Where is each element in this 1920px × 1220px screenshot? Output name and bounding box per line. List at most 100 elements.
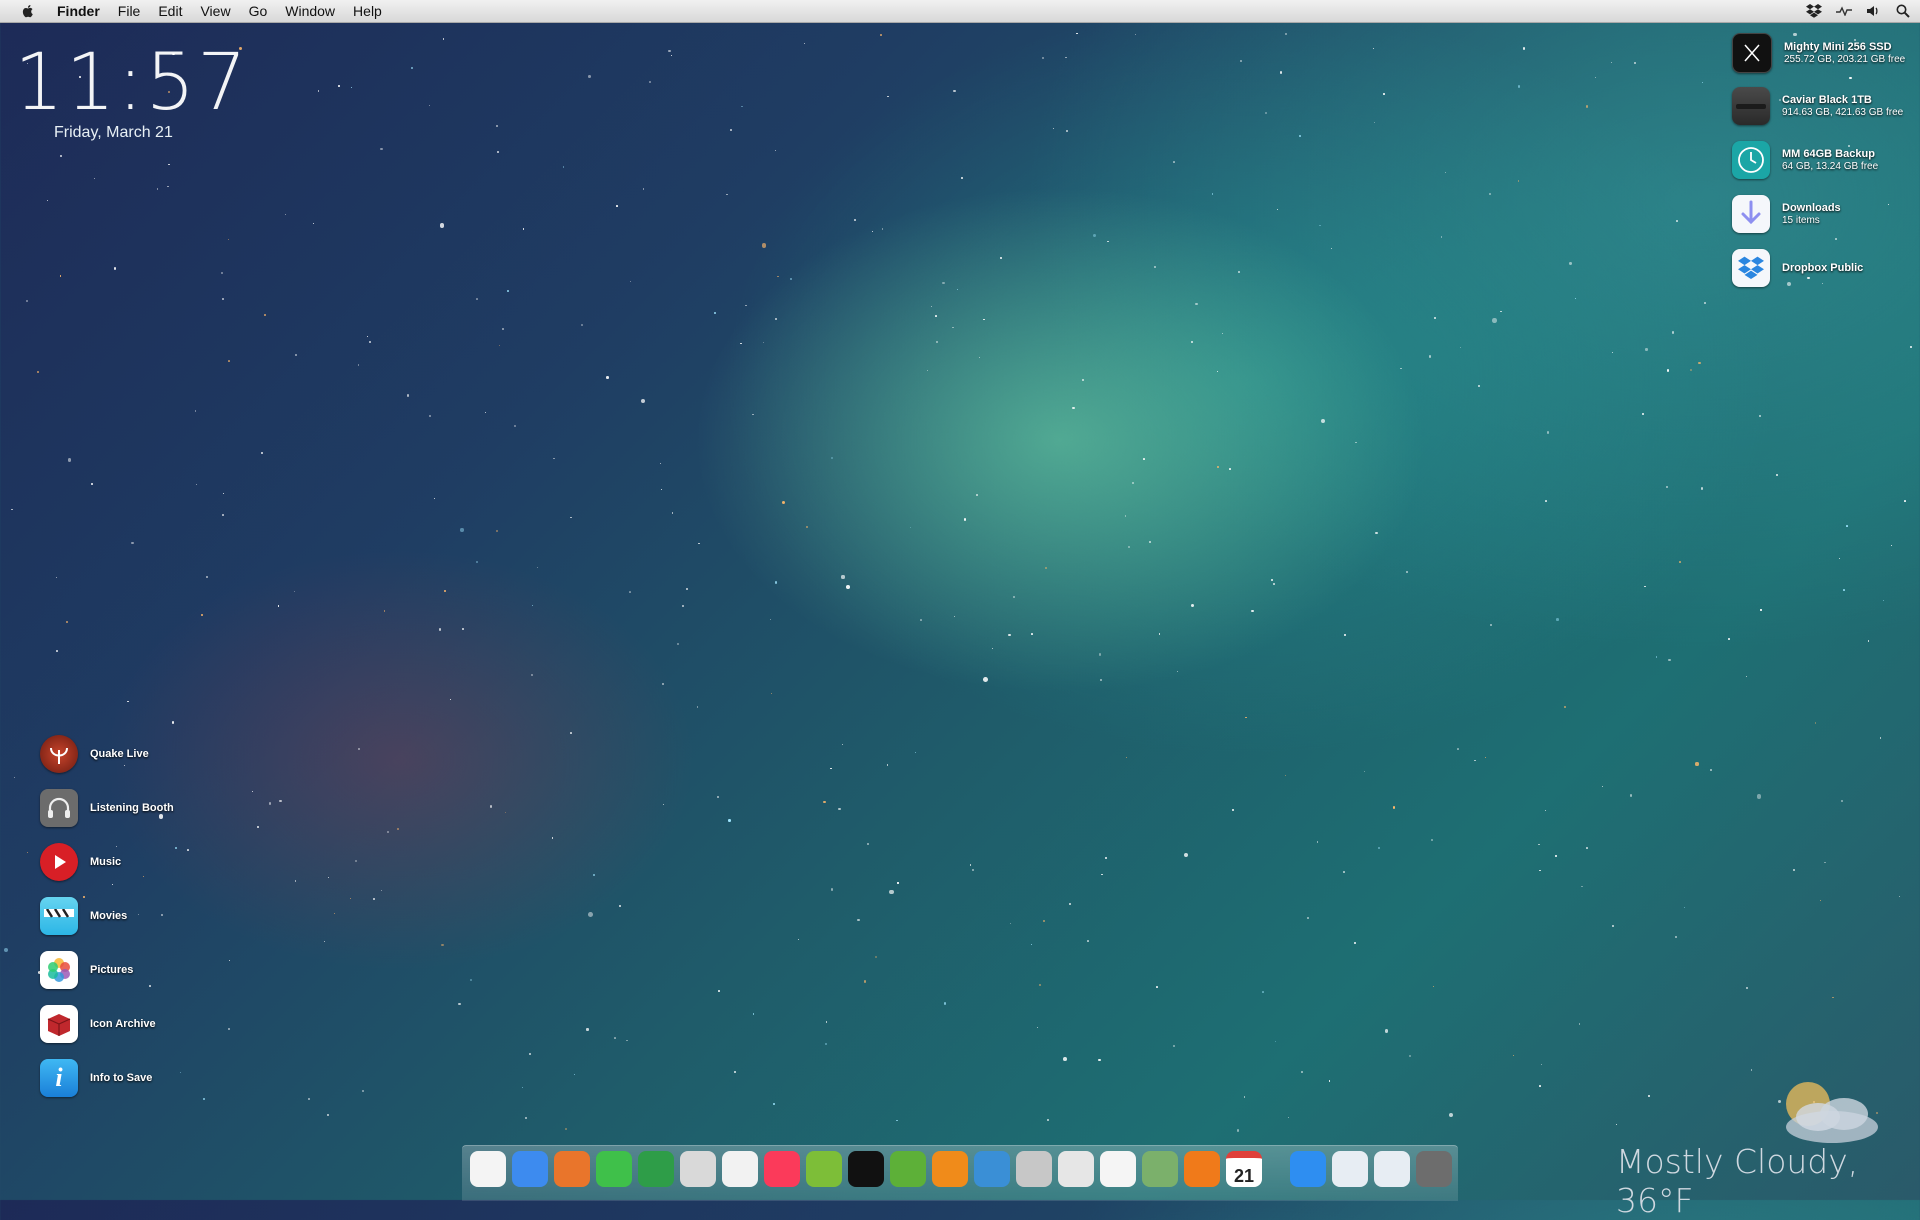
messages-icon[interactable] xyxy=(596,1151,632,1187)
star xyxy=(1648,1095,1651,1098)
star xyxy=(1062,1056,1067,1061)
star xyxy=(1264,111,1268,115)
frogger-icon[interactable] xyxy=(1142,1151,1178,1187)
volume-icon[interactable] xyxy=(1866,4,1882,18)
star xyxy=(3,947,9,953)
star xyxy=(1377,846,1380,850)
drive-mm-backup[interactable]: MM 64GB Backup 64 GB, 13.24 GB free xyxy=(1732,141,1878,179)
shortcut-icon-archive[interactable]: Icon Archive xyxy=(40,1005,156,1043)
star xyxy=(553,457,555,460)
star xyxy=(67,457,72,462)
folder-dropbox-public[interactable]: Dropbox Public xyxy=(1732,249,1863,287)
menu-go[interactable]: Go xyxy=(249,3,268,19)
speaker-icon[interactable] xyxy=(848,1151,884,1187)
trash-icon[interactable] xyxy=(1416,1151,1452,1187)
drive-mighty-mini[interactable]: Mighty Mini 256 SSD 255.72 GB, 203.21 GB… xyxy=(1732,33,1905,73)
star xyxy=(1101,873,1103,876)
star xyxy=(841,743,843,745)
shortcut-pictures[interactable]: Pictures xyxy=(40,951,133,989)
star xyxy=(1819,899,1822,902)
menu-help[interactable]: Help xyxy=(353,3,382,19)
aperture-icon[interactable] xyxy=(1058,1151,1094,1187)
downloads-icon xyxy=(1732,195,1770,233)
star xyxy=(386,830,389,833)
mail-icon[interactable] xyxy=(512,1151,548,1187)
star xyxy=(1372,48,1375,50)
lifebuoy-icon[interactable] xyxy=(680,1151,716,1187)
shortcut-listening-booth[interactable]: Listening Booth xyxy=(40,789,174,827)
star xyxy=(1301,1071,1303,1073)
spotify-icon[interactable] xyxy=(806,1151,842,1187)
pages-icon[interactable] xyxy=(1184,1151,1220,1187)
star xyxy=(1555,855,1557,857)
star xyxy=(1574,297,1576,299)
star xyxy=(333,912,335,914)
star xyxy=(1517,180,1520,182)
spotlight-icon[interactable] xyxy=(1896,4,1910,18)
shortcut-quake-live[interactable]: Quake Live xyxy=(40,735,149,773)
magnet-icon[interactable] xyxy=(722,1151,758,1187)
star xyxy=(1644,585,1646,587)
star xyxy=(682,604,685,607)
sync-icon[interactable] xyxy=(638,1151,674,1187)
folder-downloads[interactable]: Downloads 15 items xyxy=(1732,195,1841,233)
star xyxy=(964,518,967,521)
star xyxy=(1046,1118,1049,1122)
menu-edit[interactable]: Edit xyxy=(158,3,182,19)
vlc-icon[interactable] xyxy=(932,1151,968,1187)
star xyxy=(338,85,341,87)
activity-icon[interactable] xyxy=(1836,6,1852,16)
shortcut-music[interactable]: Music xyxy=(40,843,121,881)
photo-booth-icon[interactable] xyxy=(974,1151,1010,1187)
dropbox-icon[interactable] xyxy=(1806,4,1822,18)
star xyxy=(1273,583,1276,586)
star xyxy=(866,842,869,845)
firefox-icon[interactable] xyxy=(554,1151,590,1187)
calendar-icon[interactable]: 21 xyxy=(1226,1151,1262,1187)
star xyxy=(1190,604,1194,608)
star xyxy=(1098,653,1102,656)
star xyxy=(489,805,493,808)
star xyxy=(1176,670,1179,672)
star xyxy=(1581,885,1584,888)
star xyxy=(961,177,964,180)
star xyxy=(1124,515,1127,517)
star xyxy=(618,904,622,908)
star xyxy=(294,880,297,882)
shortcut-label: Movies xyxy=(90,909,128,922)
search-icon[interactable] xyxy=(890,1151,926,1187)
crossover-icon[interactable] xyxy=(1100,1151,1136,1187)
star xyxy=(824,1042,827,1045)
itunes-icon[interactable] xyxy=(764,1151,800,1187)
star xyxy=(111,883,113,885)
window-icon-2[interactable] xyxy=(1374,1151,1410,1187)
star xyxy=(588,912,593,917)
apple-menu-icon[interactable] xyxy=(20,3,36,19)
star xyxy=(1834,238,1837,240)
star xyxy=(830,767,832,770)
app-store-icon[interactable] xyxy=(1290,1151,1326,1187)
menu-file[interactable]: File xyxy=(118,3,141,19)
drive-caviar-black[interactable]: Caviar Black 1TB 914.63 GB, 421.63 GB fr… xyxy=(1732,87,1903,125)
star xyxy=(1262,991,1265,993)
menu-view[interactable]: View xyxy=(200,3,230,19)
shortcut-info-to-save[interactable]: i Info to Save xyxy=(40,1059,152,1097)
star xyxy=(1173,161,1175,163)
star xyxy=(406,394,410,397)
star xyxy=(495,530,498,533)
star xyxy=(1457,748,1459,750)
shortcut-movies[interactable]: Movies xyxy=(40,897,127,935)
window-icon[interactable] xyxy=(1332,1151,1368,1187)
star xyxy=(1036,1026,1039,1029)
menu-app-name[interactable]: Finder xyxy=(57,3,100,19)
star xyxy=(1433,985,1435,987)
star xyxy=(880,34,883,36)
star xyxy=(992,648,994,650)
xcode-icon[interactable] xyxy=(470,1151,506,1187)
camera-icon[interactable] xyxy=(1016,1151,1052,1187)
menu-window[interactable]: Window xyxy=(285,3,335,19)
star xyxy=(504,811,507,814)
star xyxy=(26,852,28,854)
star xyxy=(718,990,721,993)
star xyxy=(522,1086,524,1088)
